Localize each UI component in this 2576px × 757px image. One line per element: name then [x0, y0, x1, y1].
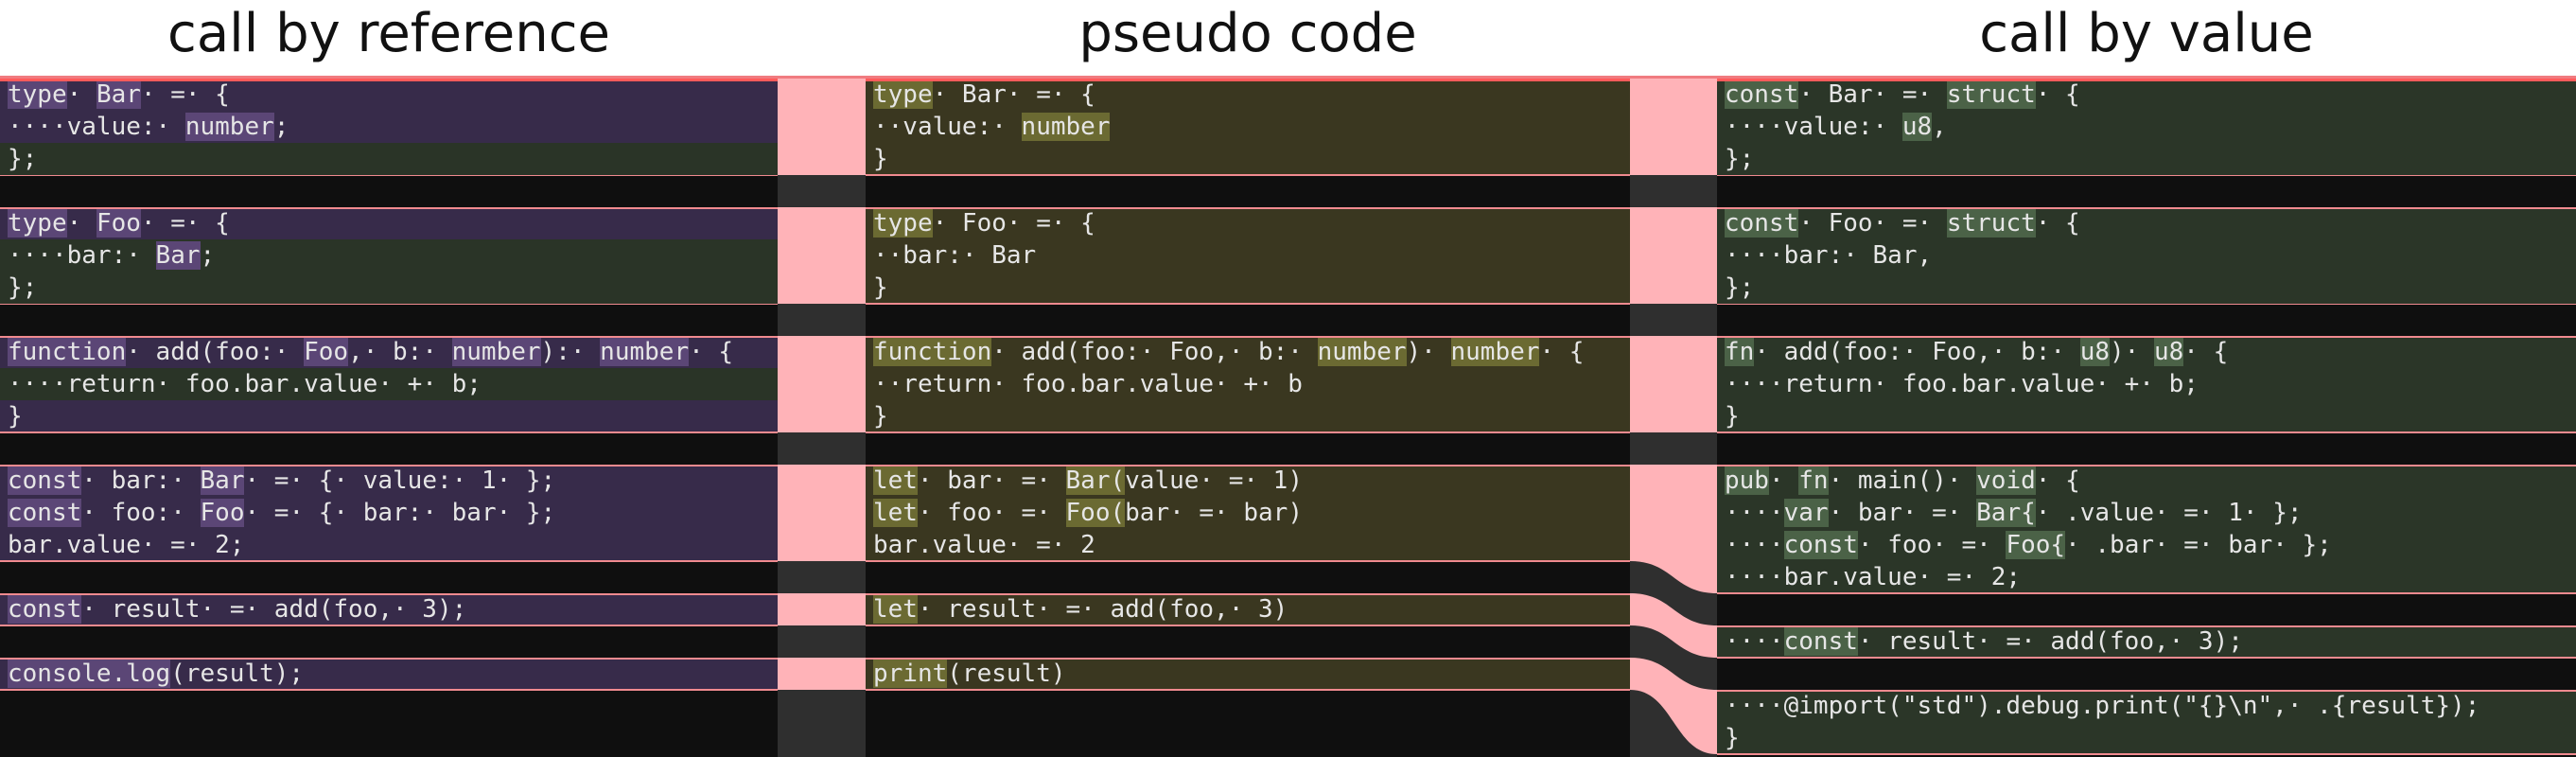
middle-line: [866, 175, 1630, 207]
right-line: [1717, 593, 2576, 625]
middle-line: [866, 625, 1630, 658]
middle-line: function· add(foo:· Foo,· b:· number)· n…: [873, 338, 1585, 366]
diff-connector: [778, 79, 866, 175]
right-line: ····return· foo.bar.value· +· b;: [1725, 370, 2199, 398]
right-line: [1717, 175, 2576, 207]
editor-pane-call-by-reference[interactable]: type· Bar· =· { ····value:· number;}; type…: [0, 79, 778, 757]
middle-line: [866, 304, 1630, 336]
diff-connector: [1630, 465, 1717, 593]
left-line: const· result· =· add(foo,· 3);: [8, 595, 467, 624]
changed-region-rule: [1717, 79, 2576, 81]
right-line: ····const· foo· =· Foo{· .bar· =· bar· }…: [1725, 531, 2332, 559]
middle-line: bar.value· =· 2: [873, 531, 1095, 559]
left-line: ····bar:· Bar;: [8, 241, 216, 270]
right-line: }: [1725, 402, 1740, 431]
middle-line: type· Foo· =· {: [873, 209, 1095, 238]
diff-connector: [1630, 658, 1717, 754]
diff-connector: [1630, 336, 1717, 432]
diff-connector: [778, 658, 866, 690]
editor-pane-pseudo-code[interactable]: type· Bar· =· { ··value:· number} type· Fo…: [866, 79, 1630, 757]
left-line: };: [8, 145, 38, 173]
right-line: const· Foo· =· struct· {: [1725, 209, 2080, 238]
left-line: console.log(result);: [8, 660, 305, 688]
right-line: fn· add(foo:· Foo,· b:· u8)· u8· {: [1725, 338, 2229, 366]
right-line: ····bar.value· =· 2;: [1725, 563, 2022, 591]
left-line: [0, 432, 778, 465]
diff-connector: [778, 336, 866, 432]
right-line: [1717, 304, 2576, 336]
diff-gutter-right: [1630, 79, 1717, 757]
changed-region-rule: [0, 79, 778, 81]
right-line: };: [1725, 145, 1755, 173]
diff-connector: [778, 207, 866, 304]
left-line: ····value:· number;: [8, 113, 289, 141]
right-line: ····bar:· Bar,: [1725, 241, 1933, 270]
right-line: };: [1725, 273, 1755, 302]
middle-line: ··bar:· Bar: [873, 241, 1037, 270]
left-line: [0, 175, 778, 207]
left-line: const· foo:· Foo· =· {· bar:· bar· };: [8, 499, 556, 527]
middle-line: let· foo· =· Foo(bar· =· bar): [873, 499, 1303, 527]
middle-line: }: [873, 145, 888, 173]
left-line: type· Foo· =· {: [8, 209, 230, 238]
diff-connector: [1630, 207, 1717, 304]
middle-line: let· bar· =· Bar(value· =· 1): [873, 467, 1303, 495]
right-line: ····const· result· =· add(foo,· 3);: [1725, 627, 2243, 656]
middle-line: [866, 561, 1630, 593]
diff-connector: [1630, 593, 1717, 658]
left-line: [0, 304, 778, 336]
middle-line: ··value:· number: [873, 113, 1111, 141]
middle-line: [866, 432, 1630, 465]
diff-gutter-left: [778, 79, 866, 757]
left-line: [0, 625, 778, 658]
left-line: bar.value· =· 2;: [8, 531, 245, 559]
left-line: [0, 561, 778, 593]
diff-connector: [1630, 79, 1717, 175]
left-line: }: [8, 402, 23, 431]
middle-line: type· Bar· =· {: [873, 80, 1095, 109]
heading-call-by-reference: call by reference: [167, 3, 610, 64]
editor-pane-call-by-value[interactable]: const· Bar· =· struct· { ····value:· u8,}…: [1717, 79, 2576, 757]
right-line: [1717, 658, 2576, 690]
right-line: ····@import("std").debug.print("{}\n",· …: [1725, 692, 2480, 720]
right-line: [1717, 432, 2576, 465]
middle-line: ··return· foo.bar.value· +· b: [873, 370, 1303, 398]
right-line: }: [1725, 724, 1740, 752]
right-line: const· Bar· =· struct· {: [1725, 80, 2080, 109]
left-line: type· Bar· =· {: [8, 80, 230, 109]
right-line: ····var· bar· =· Bar{· .value· =· 1· };: [1725, 499, 2303, 527]
heading-pseudo-code: pseudo code: [1078, 3, 1417, 64]
left-line: function· add(foo:· Foo,· b:· number):· …: [8, 338, 734, 366]
heading-call-by-value: call by value: [1979, 3, 2314, 64]
diff-connector-svg: [1630, 79, 1717, 754]
middle-line: }: [873, 402, 888, 431]
changed-region-rule: [866, 79, 1630, 81]
diff-connector-svg: [778, 79, 866, 690]
left-line: ····return· foo.bar.value· +· b;: [8, 370, 482, 398]
right-line: pub· fn· main()· void· {: [1725, 467, 2080, 495]
middle-line: }: [873, 273, 888, 302]
diff-connector: [778, 465, 866, 561]
left-line: const· bar:· Bar· =· {· value:· 1· };: [8, 467, 556, 495]
middle-line: print(result): [873, 660, 1066, 688]
left-line: };: [8, 273, 38, 302]
right-line: ····value:· u8,: [1725, 113, 1947, 141]
diff-connector: [778, 593, 866, 625]
middle-line: let· result· =· add(foo,· 3): [873, 595, 1288, 624]
